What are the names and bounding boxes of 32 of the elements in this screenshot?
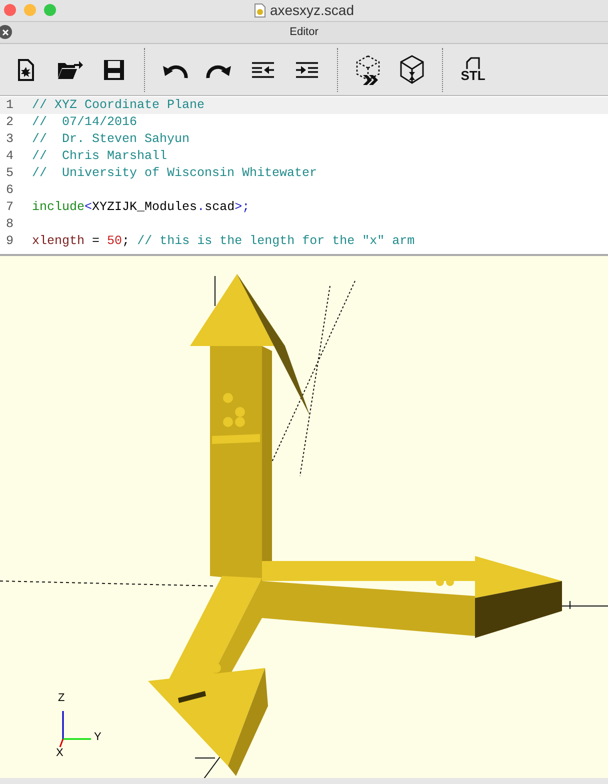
- file-icon: [466, 57, 480, 69]
- line-number: 6: [5, 182, 15, 199]
- unindent-icon: [251, 62, 275, 78]
- new-file-icon: [17, 58, 35, 82]
- code-text: // Dr. Steven Sahyun: [31, 131, 190, 148]
- code-text: include<XYZIJK_Modules.scad>;: [31, 199, 250, 216]
- line-number: 4: [5, 148, 15, 165]
- line-number: 5: [5, 165, 15, 182]
- folder-icon: [57, 60, 83, 80]
- document-icon: [254, 3, 266, 18]
- line-number: 3: [5, 131, 15, 148]
- panel-title: Editor: [290, 25, 318, 40]
- window-title: axesxyz.scad: [270, 1, 354, 20]
- z-axis-label: Z: [58, 693, 65, 704]
- line-number: 9: [5, 233, 15, 250]
- export-stl-button[interactable]: STL: [451, 48, 495, 92]
- close-panel-button[interactable]: [0, 25, 12, 39]
- code-text: // Chris Marshall: [31, 148, 168, 165]
- line-number: 1: [5, 97, 15, 114]
- indent-icon: [295, 62, 319, 78]
- close-icon: [2, 28, 8, 36]
- code-text: // University of Wisconsin Whitewater: [31, 165, 318, 182]
- dashed-cube-icon: [355, 54, 381, 84]
- line-number: 8: [5, 216, 15, 233]
- code-text: // 07/14/2016: [31, 114, 138, 131]
- y-axis-label: Y: [94, 732, 102, 743]
- code-text: xlength = 50; // this is the length for the "x" arm: [31, 233, 415, 250]
- line-number: 2: [5, 114, 15, 131]
- x-axis-label: X: [56, 748, 64, 759]
- code-text: // XYZ Coordinate Plane: [31, 97, 205, 114]
- cube-hourglass-icon: [399, 54, 425, 84]
- line-number: 7: [5, 199, 15, 216]
